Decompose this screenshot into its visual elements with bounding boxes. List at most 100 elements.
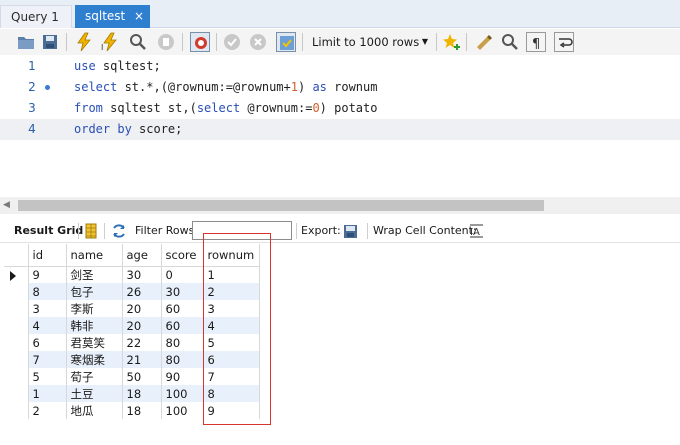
row-selector[interactable] bbox=[4, 317, 29, 334]
cell-rownum[interactable]: 4 bbox=[203, 317, 260, 334]
filter-rows-input[interactable] bbox=[192, 221, 292, 240]
cell-age[interactable]: 50 bbox=[122, 368, 162, 385]
scroll-left-icon[interactable]: ◀ bbox=[3, 200, 10, 210]
open-folder-icon[interactable] bbox=[16, 32, 36, 52]
cell-age[interactable]: 18 bbox=[122, 385, 162, 402]
add-snippet-icon[interactable] bbox=[442, 32, 462, 52]
cell-age[interactable]: 20 bbox=[122, 317, 162, 334]
cell-age[interactable]: 20 bbox=[122, 300, 162, 317]
cell-rownum[interactable]: 8 bbox=[203, 385, 260, 402]
row-selector[interactable] bbox=[4, 351, 29, 368]
cell-rownum[interactable]: 1 bbox=[203, 266, 260, 283]
row-selector[interactable] bbox=[4, 368, 29, 385]
cell-rownum[interactable]: 3 bbox=[203, 300, 260, 317]
stop-icon[interactable] bbox=[156, 32, 176, 52]
cell-id[interactable]: 3 bbox=[28, 300, 67, 317]
save-icon[interactable] bbox=[40, 32, 60, 52]
table-row[interactable]: 7 寒烟柔 21 80 6 bbox=[4, 351, 260, 368]
editor-horizontal-scrollbar[interactable]: ◀ bbox=[0, 197, 680, 214]
cell-name[interactable]: 君莫笑 bbox=[66, 334, 123, 351]
cell-score[interactable]: 80 bbox=[161, 351, 204, 368]
invisible-chars-icon[interactable]: ¶ bbox=[526, 32, 546, 52]
cell-score[interactable]: 0 bbox=[161, 266, 204, 283]
cell-rownum[interactable]: 9 bbox=[203, 402, 260, 419]
row-selector-header[interactable] bbox=[4, 244, 29, 267]
cell-age[interactable]: 21 bbox=[122, 351, 162, 368]
table-row[interactable]: 8 包子 26 30 2 bbox=[4, 283, 260, 300]
scrollbar-thumb[interactable] bbox=[18, 200, 544, 211]
row-selector[interactable] bbox=[4, 334, 29, 351]
cell-id[interactable]: 4 bbox=[28, 317, 67, 334]
cell-score[interactable]: 60 bbox=[161, 300, 204, 317]
table-row[interactable]: 9 剑圣 30 0 1 bbox=[4, 266, 260, 283]
rollback-icon[interactable] bbox=[248, 32, 268, 52]
cell-age[interactable]: 22 bbox=[122, 334, 162, 351]
cell-rownum[interactable]: 2 bbox=[203, 283, 260, 300]
cell-score[interactable]: 80 bbox=[161, 334, 204, 351]
row-selector[interactable] bbox=[4, 300, 29, 317]
cell-id[interactable]: 7 bbox=[28, 351, 67, 368]
column-header-id[interactable]: id bbox=[28, 244, 67, 267]
wrap-lines-icon[interactable] bbox=[554, 32, 574, 52]
commit-icon[interactable] bbox=[222, 32, 242, 52]
cell-rownum[interactable]: 5 bbox=[203, 334, 260, 351]
toggle-autocommit-icon[interactable] bbox=[276, 32, 296, 52]
tab-query-1[interactable]: Query 1 bbox=[0, 5, 72, 28]
cell-age[interactable]: 18 bbox=[122, 402, 162, 419]
cell-id[interactable]: 8 bbox=[28, 283, 67, 300]
code-segment: @rownum:= bbox=[240, 101, 313, 115]
row-selector[interactable] bbox=[4, 402, 29, 419]
cell-age[interactable]: 30 bbox=[122, 266, 162, 283]
close-icon[interactable]: × bbox=[134, 5, 144, 27]
cell-rownum[interactable]: 6 bbox=[203, 351, 260, 368]
refresh-filter-icon[interactable] bbox=[110, 222, 128, 240]
cell-age[interactable]: 26 bbox=[122, 283, 162, 300]
find-icon[interactable] bbox=[500, 32, 520, 52]
export-icon[interactable] bbox=[342, 222, 360, 240]
column-header-rownum[interactable]: rownum bbox=[203, 244, 260, 267]
result-grid[interactable]: id name age score rownum 9 剑圣 30 0 1 8 包… bbox=[4, 244, 260, 419]
row-selector[interactable] bbox=[4, 266, 29, 283]
cell-id[interactable]: 6 bbox=[28, 334, 67, 351]
table-row[interactable]: 4 韩非 20 60 4 bbox=[4, 317, 260, 334]
cell-name[interactable]: 荀子 bbox=[66, 368, 123, 385]
cell-name[interactable]: 李斯 bbox=[66, 300, 123, 317]
row-selector[interactable] bbox=[4, 283, 29, 300]
explain-icon[interactable] bbox=[128, 32, 148, 52]
wrap-cell-content-icon[interactable]: IA bbox=[468, 222, 486, 240]
cell-name[interactable]: 地瓜 bbox=[66, 402, 123, 419]
execute-current-icon[interactable]: I bbox=[100, 32, 120, 52]
result-grid-tab[interactable]: Result Grid bbox=[14, 219, 83, 243]
table-row[interactable]: 3 李斯 20 60 3 bbox=[4, 300, 260, 317]
cell-id[interactable]: 2 bbox=[28, 402, 67, 419]
cell-score[interactable]: 90 bbox=[161, 368, 204, 385]
table-row[interactable]: 6 君莫笑 22 80 5 bbox=[4, 334, 260, 351]
limit-rows-select[interactable]: Limit to 1000 rows ▼ bbox=[306, 32, 432, 52]
execute-icon[interactable] bbox=[74, 32, 94, 52]
table-row[interactable]: 2 地瓜 18 100 9 bbox=[4, 402, 260, 419]
cell-score[interactable]: 100 bbox=[161, 402, 204, 419]
toggle-continue-on-error-icon[interactable] bbox=[190, 32, 210, 52]
sql-editor[interactable]: 1 use sqltest; 2 select st.*,(@rownum:=@… bbox=[0, 55, 680, 197]
cell-name[interactable]: 寒烟柔 bbox=[66, 351, 123, 368]
table-row[interactable]: 5 荀子 50 90 7 bbox=[4, 368, 260, 385]
cell-id[interactable]: 9 bbox=[28, 266, 67, 283]
cell-id[interactable]: 1 bbox=[28, 385, 67, 402]
cell-name[interactable]: 土豆 bbox=[66, 385, 123, 402]
cell-score[interactable]: 30 bbox=[161, 283, 204, 300]
cell-rownum[interactable]: 7 bbox=[203, 368, 260, 385]
cell-score[interactable]: 60 bbox=[161, 317, 204, 334]
column-header-age[interactable]: age bbox=[122, 244, 162, 267]
tab-sqltest[interactable]: sqltest × bbox=[75, 5, 150, 28]
column-header-score[interactable]: score bbox=[161, 244, 204, 267]
column-header-name[interactable]: name bbox=[66, 244, 123, 267]
grid-view-icon[interactable] bbox=[82, 222, 100, 240]
cell-score[interactable]: 100 bbox=[161, 385, 204, 402]
table-row[interactable]: 1 土豆 18 100 8 bbox=[4, 385, 260, 402]
cell-id[interactable]: 5 bbox=[28, 368, 67, 385]
row-selector[interactable] bbox=[4, 385, 29, 402]
cell-name[interactable]: 韩非 bbox=[66, 317, 123, 334]
cell-name[interactable]: 剑圣 bbox=[66, 266, 123, 283]
cell-name[interactable]: 包子 bbox=[66, 283, 123, 300]
beautify-icon[interactable] bbox=[474, 32, 494, 52]
